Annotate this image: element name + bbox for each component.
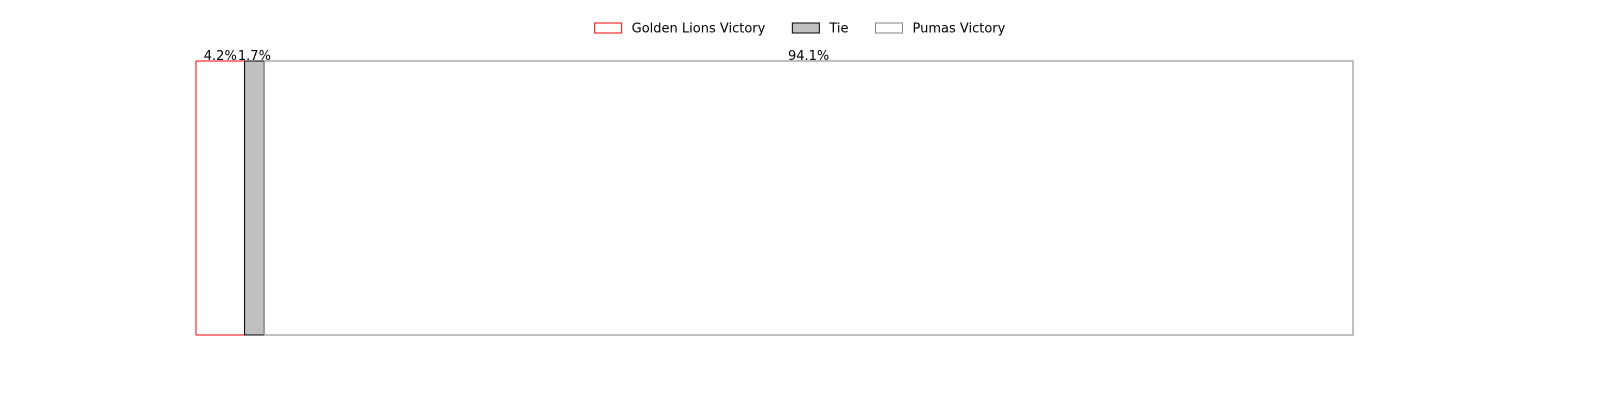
bar-segment-0 bbox=[195, 60, 246, 336]
legend-label-0: Golden Lions Victory bbox=[632, 22, 766, 37]
chart-root: Golden Lions Victory Tie Pumas Victory 4.2… bbox=[0, 0, 1600, 400]
stacked-bar-chart: Golden Lions Victory Tie Pumas Victory 4.2… bbox=[195, 22, 1354, 336]
legend-label-1: Tie bbox=[828, 22, 848, 37]
legend: Golden Lions Victory Tie Pumas Victory bbox=[594, 22, 1006, 37]
legend-swatch-0 bbox=[594, 22, 623, 34]
bar-segments bbox=[195, 60, 1354, 336]
legend-swatch-2 bbox=[874, 22, 903, 34]
bar-segment-1 bbox=[244, 60, 265, 336]
legend-label-2: Pumas Victory bbox=[912, 22, 1005, 37]
bar-segment-2 bbox=[263, 60, 1354, 336]
legend-item-2: Pumas Victory bbox=[874, 22, 1006, 37]
legend-item-1: Tie bbox=[791, 22, 848, 37]
legend-swatch-1 bbox=[791, 22, 820, 34]
percentage-label-0: 4.2% bbox=[204, 49, 237, 64]
legend-item-0: Golden Lions Victory bbox=[594, 22, 766, 37]
percentage-label-1: 1.7% bbox=[238, 49, 271, 64]
percentage-label-2: 94.1% bbox=[788, 49, 829, 64]
